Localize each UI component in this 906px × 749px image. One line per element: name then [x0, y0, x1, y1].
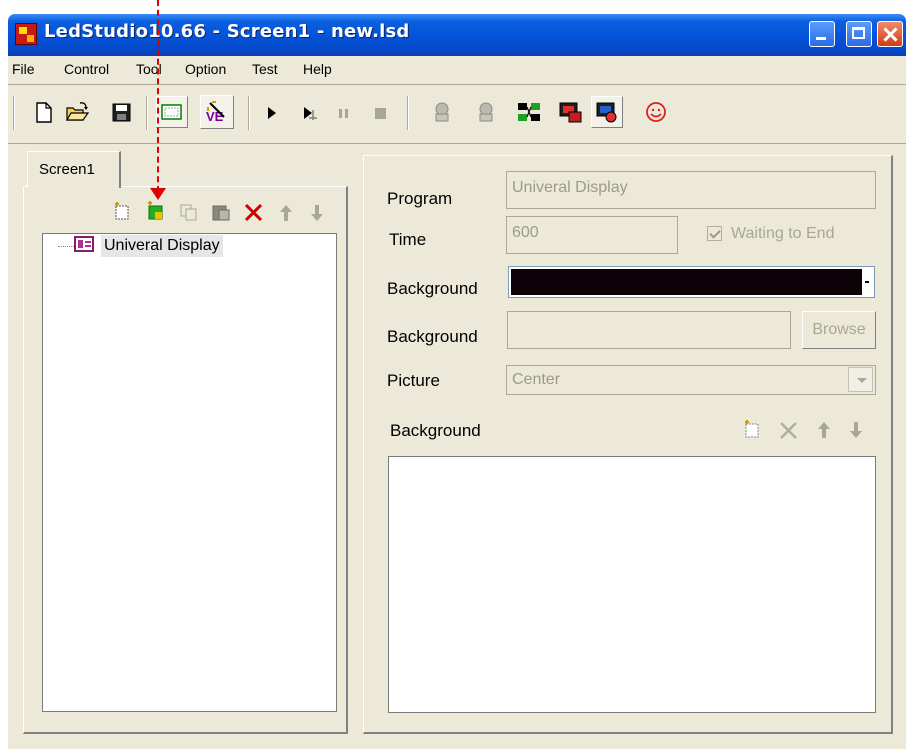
display-icon	[74, 236, 94, 252]
disconnect-icon[interactable]	[473, 98, 499, 126]
stop-icon[interactable]	[371, 98, 397, 126]
play-icon[interactable]	[262, 98, 288, 126]
menu-test[interactable]: Test	[252, 61, 278, 77]
connect-icon[interactable]	[429, 98, 455, 126]
toolbar-separator	[407, 96, 409, 130]
toolbar-separator	[248, 96, 250, 130]
menu-option[interactable]: Option	[185, 61, 226, 77]
edit-icon[interactable]: VE	[204, 99, 230, 127]
close-button[interactable]	[877, 21, 903, 47]
toolbar	[8, 87, 906, 141]
background-file-label: Background	[387, 327, 478, 346]
chevron-down-icon[interactable]	[848, 367, 873, 392]
window-title: LedStudio10.66 - Screen1 - new.lsd	[44, 21, 410, 42]
add-icon[interactable]	[112, 201, 134, 223]
waiting-checkbox[interactable]	[707, 226, 722, 241]
send-icon[interactable]	[557, 98, 583, 126]
chevron-down-icon[interactable]	[862, 269, 873, 295]
picture-label: Picture	[387, 371, 440, 390]
program-field[interactable]: Univeral Display	[506, 171, 876, 209]
time-label: Time	[389, 230, 427, 249]
delete-icon[interactable]	[243, 202, 265, 224]
tab-screen1[interactable]: Screen1	[27, 151, 121, 188]
indicator-arrow-icon	[150, 188, 166, 200]
move-down-icon[interactable]	[308, 202, 326, 224]
waiting-label: Waiting to End	[731, 225, 835, 242]
program-label: Program	[387, 189, 453, 208]
app-icon[interactable]	[15, 23, 37, 45]
picture-select[interactable]: Center	[506, 365, 876, 395]
time-field[interactable]: 600	[506, 216, 678, 254]
smiley-icon[interactable]	[643, 98, 669, 126]
move-up-icon[interactable]	[277, 202, 295, 224]
minimize-button[interactable]	[809, 21, 835, 47]
indicator-dashed-line	[157, 0, 159, 192]
add-program-icon[interactable]	[145, 201, 167, 223]
paste-icon[interactable]	[210, 201, 232, 223]
receive-icon[interactable]	[594, 99, 620, 127]
menu-file[interactable]: File	[12, 61, 35, 77]
network-icon[interactable]	[516, 98, 542, 126]
move-up-icon[interactable]	[815, 419, 833, 441]
background-list[interactable]	[388, 456, 876, 713]
menu-control[interactable]: Control	[64, 61, 109, 77]
background-color-label: Background	[387, 279, 478, 298]
tab-label: Screen1	[39, 161, 95, 178]
add-icon[interactable]	[742, 419, 764, 441]
delete-icon[interactable]	[778, 420, 800, 442]
open-folder-icon[interactable]	[64, 98, 90, 126]
toolbar-separator	[146, 96, 148, 130]
browse-button[interactable]: Browse	[802, 311, 876, 349]
menu-separator	[8, 84, 906, 85]
pause-icon[interactable]	[334, 98, 360, 126]
new-file-icon[interactable]	[31, 98, 57, 126]
program-tree[interactable]	[42, 233, 337, 712]
background-list-label: Background	[390, 421, 481, 440]
step-play-icon[interactable]	[298, 98, 324, 126]
menu-help[interactable]: Help	[303, 61, 332, 77]
background-file-field[interactable]	[507, 311, 791, 349]
save-icon[interactable]	[108, 98, 134, 126]
copy-icon[interactable]	[178, 201, 200, 223]
tree-item[interactable]: Univeral Display	[101, 235, 223, 257]
move-down-icon[interactable]	[847, 419, 865, 441]
svg-text:VE: VE	[206, 109, 224, 124]
maximize-button[interactable]	[846, 21, 872, 47]
screen-icon[interactable]	[159, 100, 185, 128]
toolbar-separator-line	[8, 143, 906, 144]
background-color-swatch	[511, 269, 862, 295]
toolbar-grip	[13, 96, 15, 130]
